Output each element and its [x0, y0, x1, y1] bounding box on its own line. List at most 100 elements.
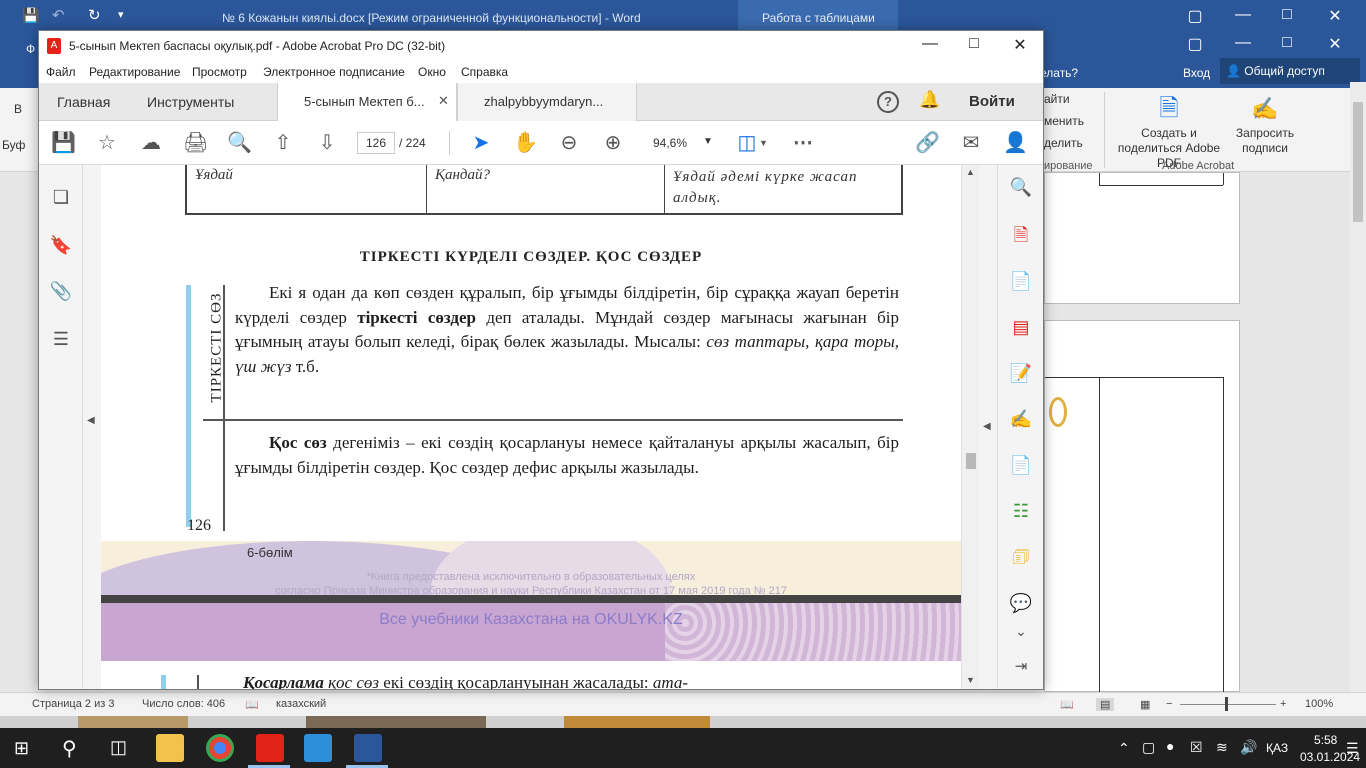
send-for-signature-icon[interactable]: 📄: [1009, 453, 1033, 477]
close-tab-icon[interactable]: ✕: [438, 93, 449, 109]
pdf-vertical-scrollbar[interactable]: ▲ ▼: [961, 165, 979, 689]
ad-banner[interactable]: Все учебники Казахстана на OKULYK.KZ: [101, 603, 961, 661]
acrobat-maximize-button[interactable]: □: [959, 35, 989, 53]
page-thumbnails-icon[interactable]: ❏: [49, 185, 73, 209]
share-link-icon[interactable]: 🔗: [915, 131, 940, 155]
print-icon[interactable]: 🖨: [183, 131, 208, 155]
comment-sheet-icon[interactable]: 🗊: [1009, 545, 1033, 569]
search-zoom-icon[interactable]: 🔍: [1009, 175, 1033, 199]
layers-icon[interactable]: ☰: [49, 327, 73, 351]
volume-icon[interactable]: 🔊: [1240, 739, 1257, 756]
tab-tools[interactable]: Инструменты: [147, 83, 234, 121]
read-mode-icon[interactable]: 📖: [1060, 698, 1074, 711]
tray-phone-icon[interactable]: ☒: [1190, 739, 1203, 756]
page-fit-icon[interactable]: ◫: [735, 131, 759, 155]
status-language[interactable]: казахский: [276, 698, 326, 710]
word-close-button[interactable]: ✕: [1320, 6, 1350, 26]
ribbon-display-icon[interactable]: ▢: [1180, 6, 1210, 26]
email-icon[interactable]: ✉: [959, 131, 983, 155]
status-page[interactable]: Страница 2 из 3: [32, 698, 114, 710]
scroll-thumb[interactable]: [966, 453, 976, 469]
hand-tool-icon[interactable]: ✋: [513, 131, 538, 155]
customize-qat-icon[interactable]: ▾: [118, 8, 124, 21]
acrobat-minimize-button[interactable]: —: [915, 35, 945, 53]
page-fit-chevron-icon[interactable]: ▼: [759, 138, 768, 148]
right-panel-toggle[interactable]: ◀: [979, 165, 997, 689]
zoom-slider[interactable]: [1180, 704, 1276, 705]
proofing-icon[interactable]: 📖: [245, 698, 259, 711]
create-pdf-icon[interactable]: 🗎: [1009, 223, 1033, 247]
attachments-icon[interactable]: 📎: [49, 279, 73, 303]
status-words[interactable]: Число слов: 406: [142, 698, 225, 710]
web-layout-icon[interactable]: ▦: [1140, 698, 1150, 711]
compare-files-icon[interactable]: ☷: [1009, 499, 1033, 523]
clock-time[interactable]: 5:58: [1314, 733, 1337, 747]
edit-pdf-icon[interactable]: 📝: [1009, 361, 1033, 385]
zoom-in-button[interactable]: +: [1280, 698, 1286, 710]
bookmark-star-icon[interactable]: ☆: [95, 131, 119, 155]
zoom-slider-thumb[interactable]: [1225, 697, 1228, 711]
menu-view[interactable]: Просмотр: [192, 65, 247, 79]
save-icon[interactable]: 💾: [51, 131, 76, 155]
search-icon[interactable]: ⚲: [62, 736, 77, 761]
ribbon-find-button[interactable]: айти: [1044, 92, 1070, 107]
zoom-out-icon[interactable]: ⊖: [557, 131, 581, 155]
print-layout-icon[interactable]: ▤: [1096, 698, 1115, 711]
more-tools-icon[interactable]: ⋯: [791, 131, 815, 155]
zoom-select[interactable]: 94,6% ▼: [645, 132, 717, 154]
word-taskbar-icon[interactable]: [354, 734, 382, 762]
organize-pages-icon[interactable]: ▤: [1009, 315, 1033, 339]
redo-icon[interactable]: ↻: [88, 6, 101, 24]
scroll-down-icon[interactable]: ▼: [966, 675, 975, 685]
undo-icon[interactable]: ↶: [52, 6, 65, 24]
photos-icon[interactable]: [304, 734, 332, 762]
word-minimize-button[interactable]: —: [1228, 6, 1258, 24]
status-zoom[interactable]: 100%: [1305, 698, 1333, 710]
previous-page-icon[interactable]: ⇧: [271, 131, 295, 155]
left-panel-toggle[interactable]: ◀: [83, 165, 101, 689]
fill-sign-icon[interactable]: ✍: [1009, 407, 1033, 431]
word-vscroll[interactable]: [1350, 82, 1366, 692]
ribbon-replace-button[interactable]: менить: [1044, 114, 1084, 129]
notifications-icon[interactable]: ☰: [1346, 740, 1359, 757]
menu-file[interactable]: Файл: [46, 65, 76, 79]
menu-edit[interactable]: Редактирование: [89, 65, 180, 79]
share-button[interactable]: 👤 Общий доступ: [1220, 58, 1360, 84]
tray-chevron-icon[interactable]: ⌃: [1118, 740, 1130, 757]
pdf-page-view[interactable]: Ұядай Қандай? Ұядай әдемі күрке жасап ал…: [101, 165, 961, 689]
word-tab-file-clip[interactable]: Ф: [26, 42, 35, 56]
word2-close-button[interactable]: ✕: [1320, 34, 1350, 54]
zoom-in-icon[interactable]: ⊕: [601, 131, 625, 155]
request-signatures-button[interactable]: ✍ Запросить подписи: [1230, 92, 1300, 156]
help-icon[interactable]: ?: [877, 91, 899, 113]
word-maximize-button[interactable]: □: [1272, 6, 1302, 24]
next-page-icon[interactable]: ⇩: [315, 131, 339, 155]
select-cursor-icon[interactable]: ➤: [469, 131, 493, 155]
save-icon[interactable]: 💾: [22, 7, 39, 24]
sign-in-link[interactable]: Вход: [1183, 66, 1210, 80]
tell-me-input[interactable]: елать?: [1040, 66, 1078, 80]
zoom-out-button[interactable]: −: [1166, 698, 1172, 710]
scroll-up-icon[interactable]: ▲: [966, 167, 975, 177]
chrome-icon[interactable]: [206, 734, 234, 762]
page-number-input[interactable]: 126: [357, 132, 395, 154]
sign-in-button[interactable]: Войти: [969, 93, 1015, 110]
wifi-icon[interactable]: ≋: [1216, 739, 1228, 756]
acrobat-close-button[interactable]: ✕: [1005, 35, 1035, 55]
tab-document-2[interactable]: zhalpybbyymdaryn...: [457, 83, 637, 121]
search-icon[interactable]: 🔍: [227, 131, 252, 155]
file-explorer-icon[interactable]: [156, 734, 184, 762]
windows-start-icon[interactable]: ⊞: [14, 738, 29, 759]
task-view-icon[interactable]: ◫: [110, 737, 127, 758]
menu-e-sign[interactable]: Электронное подписание: [263, 65, 405, 79]
keyboard-language[interactable]: ҚАЗ: [1266, 741, 1288, 755]
ad-text[interactable]: Все учебники Казахстана на OKULYK.KZ: [101, 611, 961, 629]
menu-help[interactable]: Справка: [461, 65, 508, 79]
word2-maximize-button[interactable]: □: [1272, 34, 1302, 52]
more-tools-chevron-icon[interactable]: ⌄: [1009, 619, 1033, 643]
export-pdf-icon[interactable]: 📄: [1009, 269, 1033, 293]
tray-app-icon[interactable]: ▢: [1142, 739, 1155, 756]
tab-document-1[interactable]: 5-сынып Мектеп б... ✕: [277, 83, 457, 121]
tray-circle-icon[interactable]: ●: [1166, 738, 1174, 754]
word2-minimize-button[interactable]: —: [1228, 34, 1258, 52]
